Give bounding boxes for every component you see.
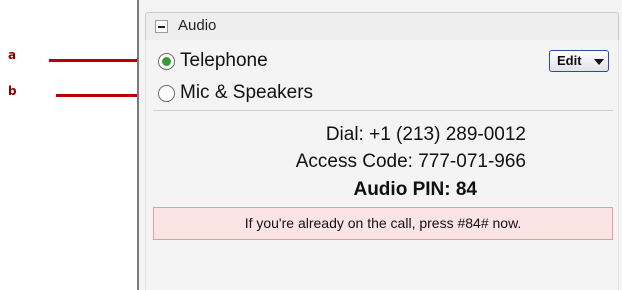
- panel-title: Audio: [178, 17, 217, 34]
- audio-panel-header: Audio: [145, 12, 619, 41]
- audio-pin: Audio PIN: 84: [353, 179, 477, 200]
- dial-number: Dial: +1 (213) 289-0012: [325, 124, 526, 145]
- call-notice: If you're already on the call, press #84…: [153, 207, 613, 240]
- audio-panel-body: Telephone Mic & Speakers Edit Dial: +1 (…: [145, 40, 619, 290]
- minus-icon[interactable]: [155, 20, 168, 33]
- access-code: Access Code: 777-071-966: [295, 151, 526, 172]
- callout-label-b: b: [8, 84, 17, 98]
- callout-label-a: a: [8, 48, 17, 62]
- audio-panel: Audio Telephone Mic & Speakers Edit Dial…: [139, 0, 622, 290]
- mic-speakers-option[interactable]: Mic & Speakers: [158, 82, 398, 106]
- telephone-option[interactable]: Telephone: [158, 50, 358, 74]
- edit-button[interactable]: Edit: [549, 50, 609, 72]
- telephone-radio[interactable]: [158, 53, 175, 70]
- edit-label: Edit: [557, 53, 582, 68]
- caret-down-icon: [594, 59, 604, 65]
- divider: [153, 110, 613, 111]
- telephone-label: Telephone: [180, 50, 268, 71]
- radio-selected-dot: [162, 57, 171, 66]
- mic-speakers-label: Mic & Speakers: [180, 82, 314, 103]
- mic-speakers-radio[interactable]: [158, 85, 175, 102]
